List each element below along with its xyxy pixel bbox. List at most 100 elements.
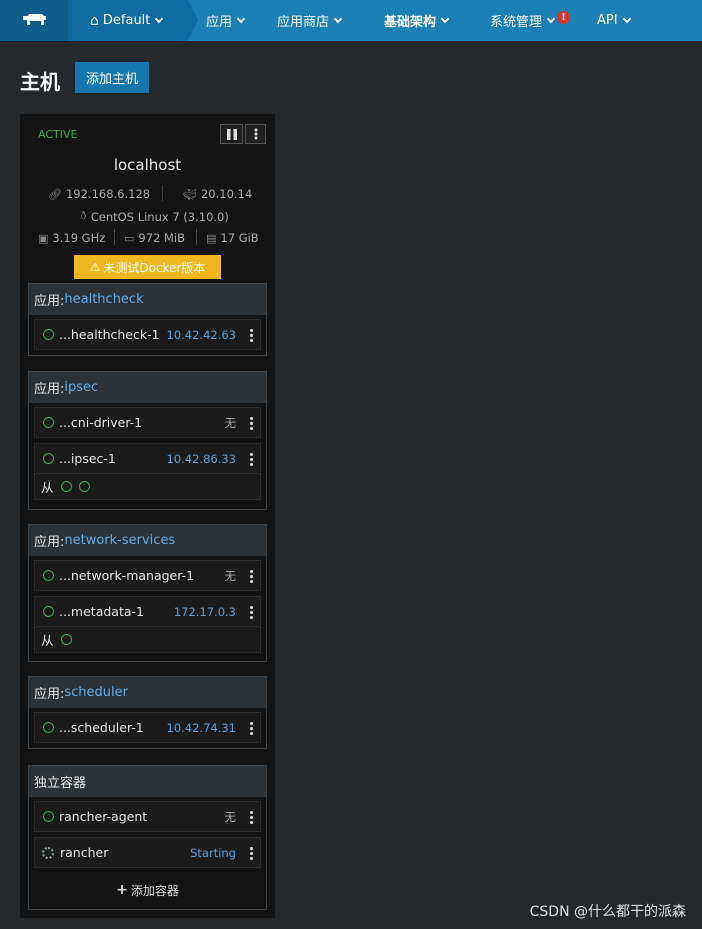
stack-link[interactable]: healthcheck [64, 292, 143, 307]
nav-api-label: API [597, 13, 618, 28]
container-name[interactable]: rancher [60, 845, 108, 860]
pause-button[interactable] [220, 124, 243, 144]
stack-network-services: 应用: network-services ...network-manager-1… [28, 524, 267, 662]
chevron-down-icon [333, 14, 343, 23]
container-ip: 10.42.74.31 [166, 720, 237, 735]
kebab-icon[interactable] [250, 847, 254, 860]
sidekick-status-icon[interactable] [78, 481, 90, 492]
stack-header: 应用: healthcheck [29, 284, 266, 315]
add-container-label: 添加容器 [130, 883, 179, 898]
container-ip: 无 [224, 415, 237, 430]
chevron-down-icon [155, 14, 164, 23]
stack-link[interactable]: network-services [64, 533, 175, 548]
warning-icon: ⚠ [89, 260, 101, 274]
host-docker-value: 20.10.14 [200, 187, 253, 201]
container-name[interactable]: ...ipsec-1 [59, 451, 116, 466]
stack-header: 应用: network-services [29, 525, 266, 556]
nav-infrastructure-label: 基础架构 [384, 15, 437, 30]
container-row[interactable]: ...network-manager-1 无 [34, 560, 261, 591]
nav-catalog[interactable]: 应用商店 [277, 0, 343, 41]
standalone-containers: 独立容器 rancher-agent 无 rancher Starting + … [28, 765, 267, 910]
kebab-icon [254, 128, 257, 140]
container-name[interactable]: ...healthcheck-1 [59, 327, 160, 342]
stack-link[interactable]: ipsec [64, 380, 98, 395]
kebab-icon[interactable] [250, 417, 254, 430]
running-status-icon [43, 722, 54, 733]
container-ip: 10.42.42.63 [166, 327, 237, 342]
container-row[interactable]: ...healthcheck-1 10.42.42.63 [34, 319, 261, 350]
spinner-icon [42, 846, 54, 859]
kebab-icon[interactable] [250, 329, 254, 342]
add-container-button[interactable]: + 添加容器 [34, 873, 261, 907]
divider [114, 229, 115, 245]
page-title: 主机 [20, 70, 60, 94]
memory-icon: ▭ [124, 231, 135, 245]
container-ip: 无 [224, 568, 237, 583]
host-ip-value: 192.168.6.128 [65, 187, 151, 201]
container-name[interactable]: ...cni-driver-1 [59, 415, 142, 430]
kebab-icon[interactable] [250, 606, 254, 619]
kebab-icon[interactable] [250, 453, 254, 466]
sidekick-status-icon[interactable] [60, 634, 72, 645]
running-status-icon [43, 417, 54, 428]
stack-prefix: 应用: [34, 687, 65, 702]
stack-healthcheck: 应用: healthcheck ...healthcheck-1 10.42.42… [28, 283, 267, 356]
running-status-icon [43, 329, 54, 340]
divider [162, 185, 163, 201]
container-row[interactable]: ...ipsec-1 10.42.86.33 [34, 443, 261, 474]
env-selector[interactable]: ⌂ Default [68, 0, 198, 41]
pause-icon [226, 128, 237, 140]
running-status-icon [43, 606, 54, 617]
stack-prefix: 应用: [34, 382, 65, 397]
stack-link[interactable]: scheduler [64, 685, 128, 700]
container-ip: 10.42.86.33 [166, 451, 237, 466]
stack-header: 应用: scheduler [29, 677, 266, 708]
container-row[interactable]: ...metadata-1 172.17.0.3 [34, 596, 261, 627]
docker-version-warning: ⚠ 未测试Docker版本 [74, 255, 221, 279]
kebab-icon[interactable] [250, 722, 254, 735]
nav-admin[interactable]: 系统管理! [490, 0, 571, 41]
host-state: ACTIVE [38, 128, 78, 141]
host-os-value: CentOS Linux 7 (3.10.0) [90, 209, 229, 224]
warning-text: 未测试Docker版本 [103, 260, 206, 275]
nav-apps-label: 应用 [206, 15, 233, 30]
container-ip: 172.17.0.3 [173, 604, 236, 619]
container-row[interactable]: ...cni-driver-1 无 [34, 407, 261, 438]
container-row[interactable]: rancher-agent 无 [34, 801, 261, 832]
running-status-icon [43, 811, 54, 822]
nav-catalog-label: 应用商店 [277, 15, 330, 30]
cpu-icon: ▣ [38, 231, 49, 245]
docker-icon: 🐳︎ [183, 187, 197, 201]
host-docker: 🐳︎ 20.10.14 [183, 187, 252, 201]
sidekick-row: 从 [34, 474, 261, 500]
nav-admin-label: 系统管理 [490, 15, 543, 30]
linux-icon: 🐧︎ [80, 209, 87, 222]
rancher-logo-icon[interactable] [0, 0, 68, 41]
chevron-down-icon [440, 14, 450, 23]
running-status-icon [43, 453, 54, 464]
nav-apps[interactable]: 应用 [206, 0, 246, 41]
container-name[interactable]: ...network-manager-1 [59, 568, 194, 583]
kebab-icon[interactable] [250, 570, 254, 583]
add-host-button[interactable]: 添加主机 [75, 62, 149, 93]
kebab-icon[interactable] [250, 811, 254, 824]
stack-prefix: 应用: [34, 535, 65, 550]
host-name[interactable]: localhost [20, 156, 275, 174]
host-disk: ▤ 17 GiB [206, 231, 259, 245]
container-row[interactable]: ...scheduler-1 10.42.74.31 [34, 712, 261, 743]
nav-api[interactable]: API [597, 0, 631, 41]
sidekick-status-icon[interactable] [60, 481, 72, 492]
container-name[interactable]: ...metadata-1 [59, 604, 144, 619]
home-icon: ⌂ [90, 12, 99, 29]
sidekick-label: 从 [41, 633, 54, 648]
host-menu-button[interactable] [245, 124, 266, 144]
host-cpu-value: 3.19 GHz [52, 231, 106, 245]
chevron-down-icon [236, 14, 246, 23]
stack-ipsec: 应用: ipsec ...cni-driver-1 无 ...ipsec-1 10… [28, 371, 267, 510]
nav-infrastructure[interactable]: 基础架构 [384, 0, 450, 41]
container-name[interactable]: rancher-agent [59, 809, 147, 824]
stack-scheduler: 应用: scheduler ...scheduler-1 10.42.74.31 [28, 676, 267, 749]
container-row[interactable]: rancher Starting [34, 837, 261, 868]
host-ip: 🔗︎ 192.168.6.128 [48, 187, 150, 201]
container-name[interactable]: ...scheduler-1 [59, 720, 144, 735]
